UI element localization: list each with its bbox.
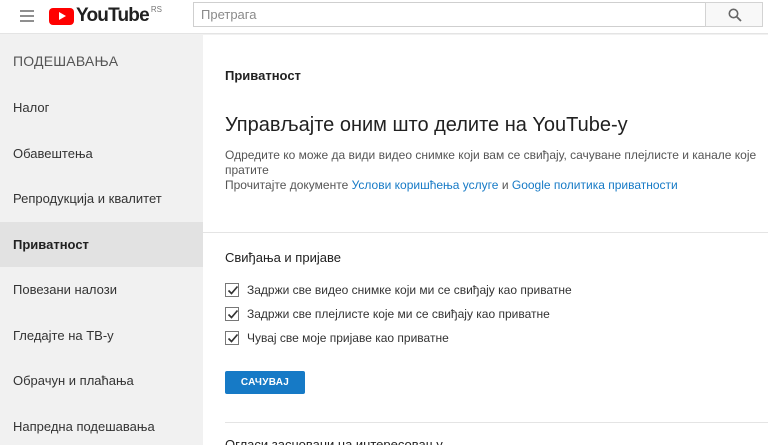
divider [225,422,768,423]
sidebar-item-watch-on-tv[interactable]: Гледајте на ТВ-у [0,313,203,358]
search-input[interactable] [193,2,706,27]
checkmark-icon [227,285,239,295]
play-logo-icon [49,7,74,25]
main-content: Приватност Управљајте оним што делите на… [203,35,768,445]
youtube-logo[interactable]: YouTube RS [49,5,162,27]
page-heading: Управљајте оним што делите на YouTube-у [225,114,628,136]
checkbox-label: Задржи све плејлисте које ми се свиђају … [247,307,550,321]
search-icon [728,8,742,22]
menu-icon[interactable] [20,10,34,22]
logo-country-code: RS [150,4,162,14]
checkbox-label: Чувај све моје пријаве као приватне [247,331,449,345]
docs-prefix: Прочитајте документе [225,178,349,192]
keep-liked-playlists-private-row[interactable]: Задржи све плејлисте које ми се свиђају … [225,307,550,321]
sidebar-item-advanced[interactable]: Напредна подешавања [0,404,203,445]
logo-text: YouTube [76,5,150,26]
checkmark-icon [227,333,239,343]
sidebar-item-connected-accounts[interactable]: Повезани налози [0,267,203,312]
privacy-policy-link[interactable]: Google политика приватности [512,178,678,192]
docs-line: Прочитајте документе Услови коришћења ус… [225,178,678,192]
keep-subscriptions-private-checkbox[interactable] [225,331,239,345]
save-button[interactable]: САЧУВАЈ [225,371,305,394]
sidebar-item-playback[interactable]: Репродукција и квалитет [0,176,203,221]
checkmark-icon [227,309,239,319]
search-button[interactable] [705,2,763,27]
next-section-title: Огласи засновани на интересовању [225,437,443,445]
sidebar-title: ПОДЕШАВАЊА [13,53,119,69]
likes-section-title: Свиђања и пријаве [225,250,341,265]
keep-liked-videos-private-checkbox[interactable] [225,283,239,297]
checkbox-label: Задржи све видео снимке који ми се свиђа… [247,283,572,297]
keep-liked-videos-private-row[interactable]: Задржи све видео снимке који ми се свиђа… [225,283,572,297]
sidebar-item-billing[interactable]: Обрачун и плаћања [0,358,203,403]
keep-liked-playlists-private-checkbox[interactable] [225,307,239,321]
privacy-description: Одредите ко може да види видео снимке ко… [225,148,757,177]
docs-and: и [501,178,509,192]
section-title: Приватност [225,68,301,83]
settings-sidebar: ПОДЕШАВАЊА Налог Обавештења Репродукција… [0,35,203,445]
keep-subscriptions-private-row[interactable]: Чувај све моје пријаве као приватне [225,331,449,345]
divider [203,232,768,233]
sidebar-item-notifications[interactable]: Обавештења [0,131,203,176]
terms-link[interactable]: Услови коришћења услуге [352,178,499,192]
sidebar-item-privacy[interactable]: Приватност [0,222,203,267]
top-bar: YouTube RS [0,0,768,34]
sidebar-item-account[interactable]: Налог [0,85,203,130]
